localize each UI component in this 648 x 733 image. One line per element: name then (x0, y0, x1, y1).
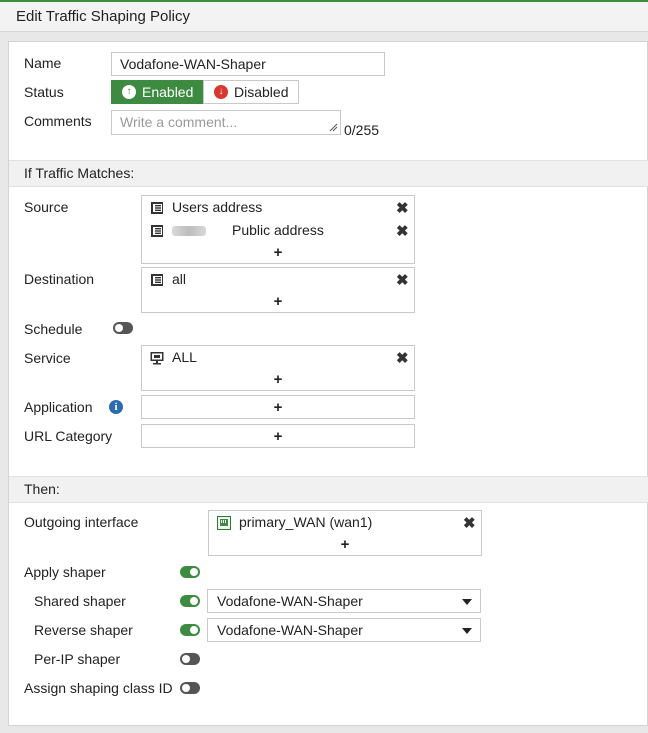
assign-class-id-toggle[interactable] (180, 682, 200, 694)
redacted-text (172, 226, 206, 236)
dialog-titlebar: Edit Traffic Shaping Policy (0, 2, 648, 32)
status-enabled-button[interactable]: ↑ Enabled (111, 80, 203, 104)
dialog-title: Edit Traffic Shaping Policy (16, 8, 190, 25)
comments-char-counter: 0/255 (344, 122, 380, 138)
status-label: Status (24, 84, 64, 100)
source-list: Users address ✖ Public address ✖ + (141, 195, 415, 264)
network-port-icon (217, 516, 231, 530)
info-icon[interactable]: i (109, 400, 123, 414)
assign-class-id-label: Assign shaping class ID (24, 680, 173, 696)
outgoing-interface-item-label: primary_WAN (wan1) (239, 514, 373, 530)
list-item[interactable]: ALL (150, 348, 412, 368)
reverse-shaper-label: Reverse shaper (34, 622, 133, 638)
remove-icon[interactable]: ✖ (396, 224, 409, 239)
caret-down-icon (462, 628, 472, 634)
schedule-toggle[interactable] (113, 322, 133, 334)
section-header-matches: If Traffic Matches: (9, 160, 648, 187)
status-enabled-label: Enabled (142, 84, 194, 100)
reverse-shaper-select[interactable]: Vodafone-WAN-Shaper (207, 618, 481, 642)
section-title-then: Then: (24, 481, 60, 497)
address-book-icon (151, 225, 163, 237)
reverse-shaper-value: Vodafone-WAN-Shaper (217, 622, 363, 638)
name-label: Name (24, 55, 62, 71)
schedule-label: Schedule (24, 321, 83, 337)
section-header-then: Then: (9, 476, 648, 503)
add-service-button[interactable]: + (142, 371, 414, 388)
apply-shaper-label: Apply shaper (24, 564, 106, 580)
service-monitor-icon (150, 352, 164, 365)
status-disabled-button[interactable]: ↓ Disabled (203, 80, 299, 104)
remove-icon[interactable]: ✖ (396, 201, 409, 216)
application-list: + (141, 395, 415, 419)
remove-icon[interactable]: ✖ (396, 351, 409, 366)
resize-grip-icon[interactable] (329, 123, 338, 132)
source-label: Source (24, 199, 69, 215)
comments-textarea[interactable] (111, 110, 341, 135)
list-item[interactable]: all (150, 270, 412, 290)
service-label: Service (24, 350, 71, 366)
remove-icon[interactable]: ✖ (396, 273, 409, 288)
list-item[interactable]: primary_WAN (wan1) (217, 513, 479, 533)
url-category-list: + (141, 424, 415, 448)
list-item[interactable]: Users address (150, 198, 412, 218)
reverse-shaper-toggle[interactable] (180, 624, 200, 636)
add-outgoing-interface-button[interactable]: + (209, 536, 481, 553)
address-book-icon (151, 274, 163, 286)
source-item-label: Public address (232, 222, 324, 238)
caret-down-icon (462, 599, 472, 605)
shared-shaper-select[interactable]: Vodafone-WAN-Shaper (207, 589, 481, 613)
apply-shaper-toggle[interactable] (180, 566, 200, 578)
remove-icon[interactable]: ✖ (463, 516, 476, 531)
application-label: Application (24, 399, 93, 415)
section-title-matches: If Traffic Matches: (24, 165, 135, 181)
outgoing-interface-list: primary_WAN (wan1) ✖ + (208, 510, 482, 556)
service-item-label: ALL (172, 349, 197, 365)
arrow-up-circle-icon: ↑ (122, 85, 136, 99)
address-book-icon (151, 202, 163, 214)
add-destination-button[interactable]: + (142, 293, 414, 310)
status-disabled-label: Disabled (234, 84, 289, 100)
destination-list: all ✖ + (141, 267, 415, 313)
shared-shaper-label: Shared shaper (34, 593, 126, 609)
arrow-down-circle-icon: ↓ (214, 85, 228, 99)
list-item[interactable]: Public address (150, 221, 412, 241)
comments-label: Comments (24, 113, 92, 129)
service-list: ALL ✖ + (141, 345, 415, 391)
per-ip-shaper-toggle[interactable] (180, 653, 200, 665)
shared-shaper-toggle[interactable] (180, 595, 200, 607)
destination-label: Destination (24, 271, 95, 287)
add-application-button[interactable]: + (142, 399, 414, 416)
url-category-label: URL Category (24, 428, 113, 444)
destination-item-label: all (172, 271, 187, 287)
name-input[interactable] (111, 52, 385, 76)
add-source-button[interactable]: + (142, 244, 414, 261)
per-ip-shaper-label: Per-IP shaper (34, 651, 121, 667)
source-item-label: Users address (172, 199, 263, 215)
shared-shaper-value: Vodafone-WAN-Shaper (217, 593, 363, 609)
outgoing-interface-label: Outgoing interface (24, 514, 139, 530)
add-url-category-button[interactable]: + (142, 428, 414, 445)
